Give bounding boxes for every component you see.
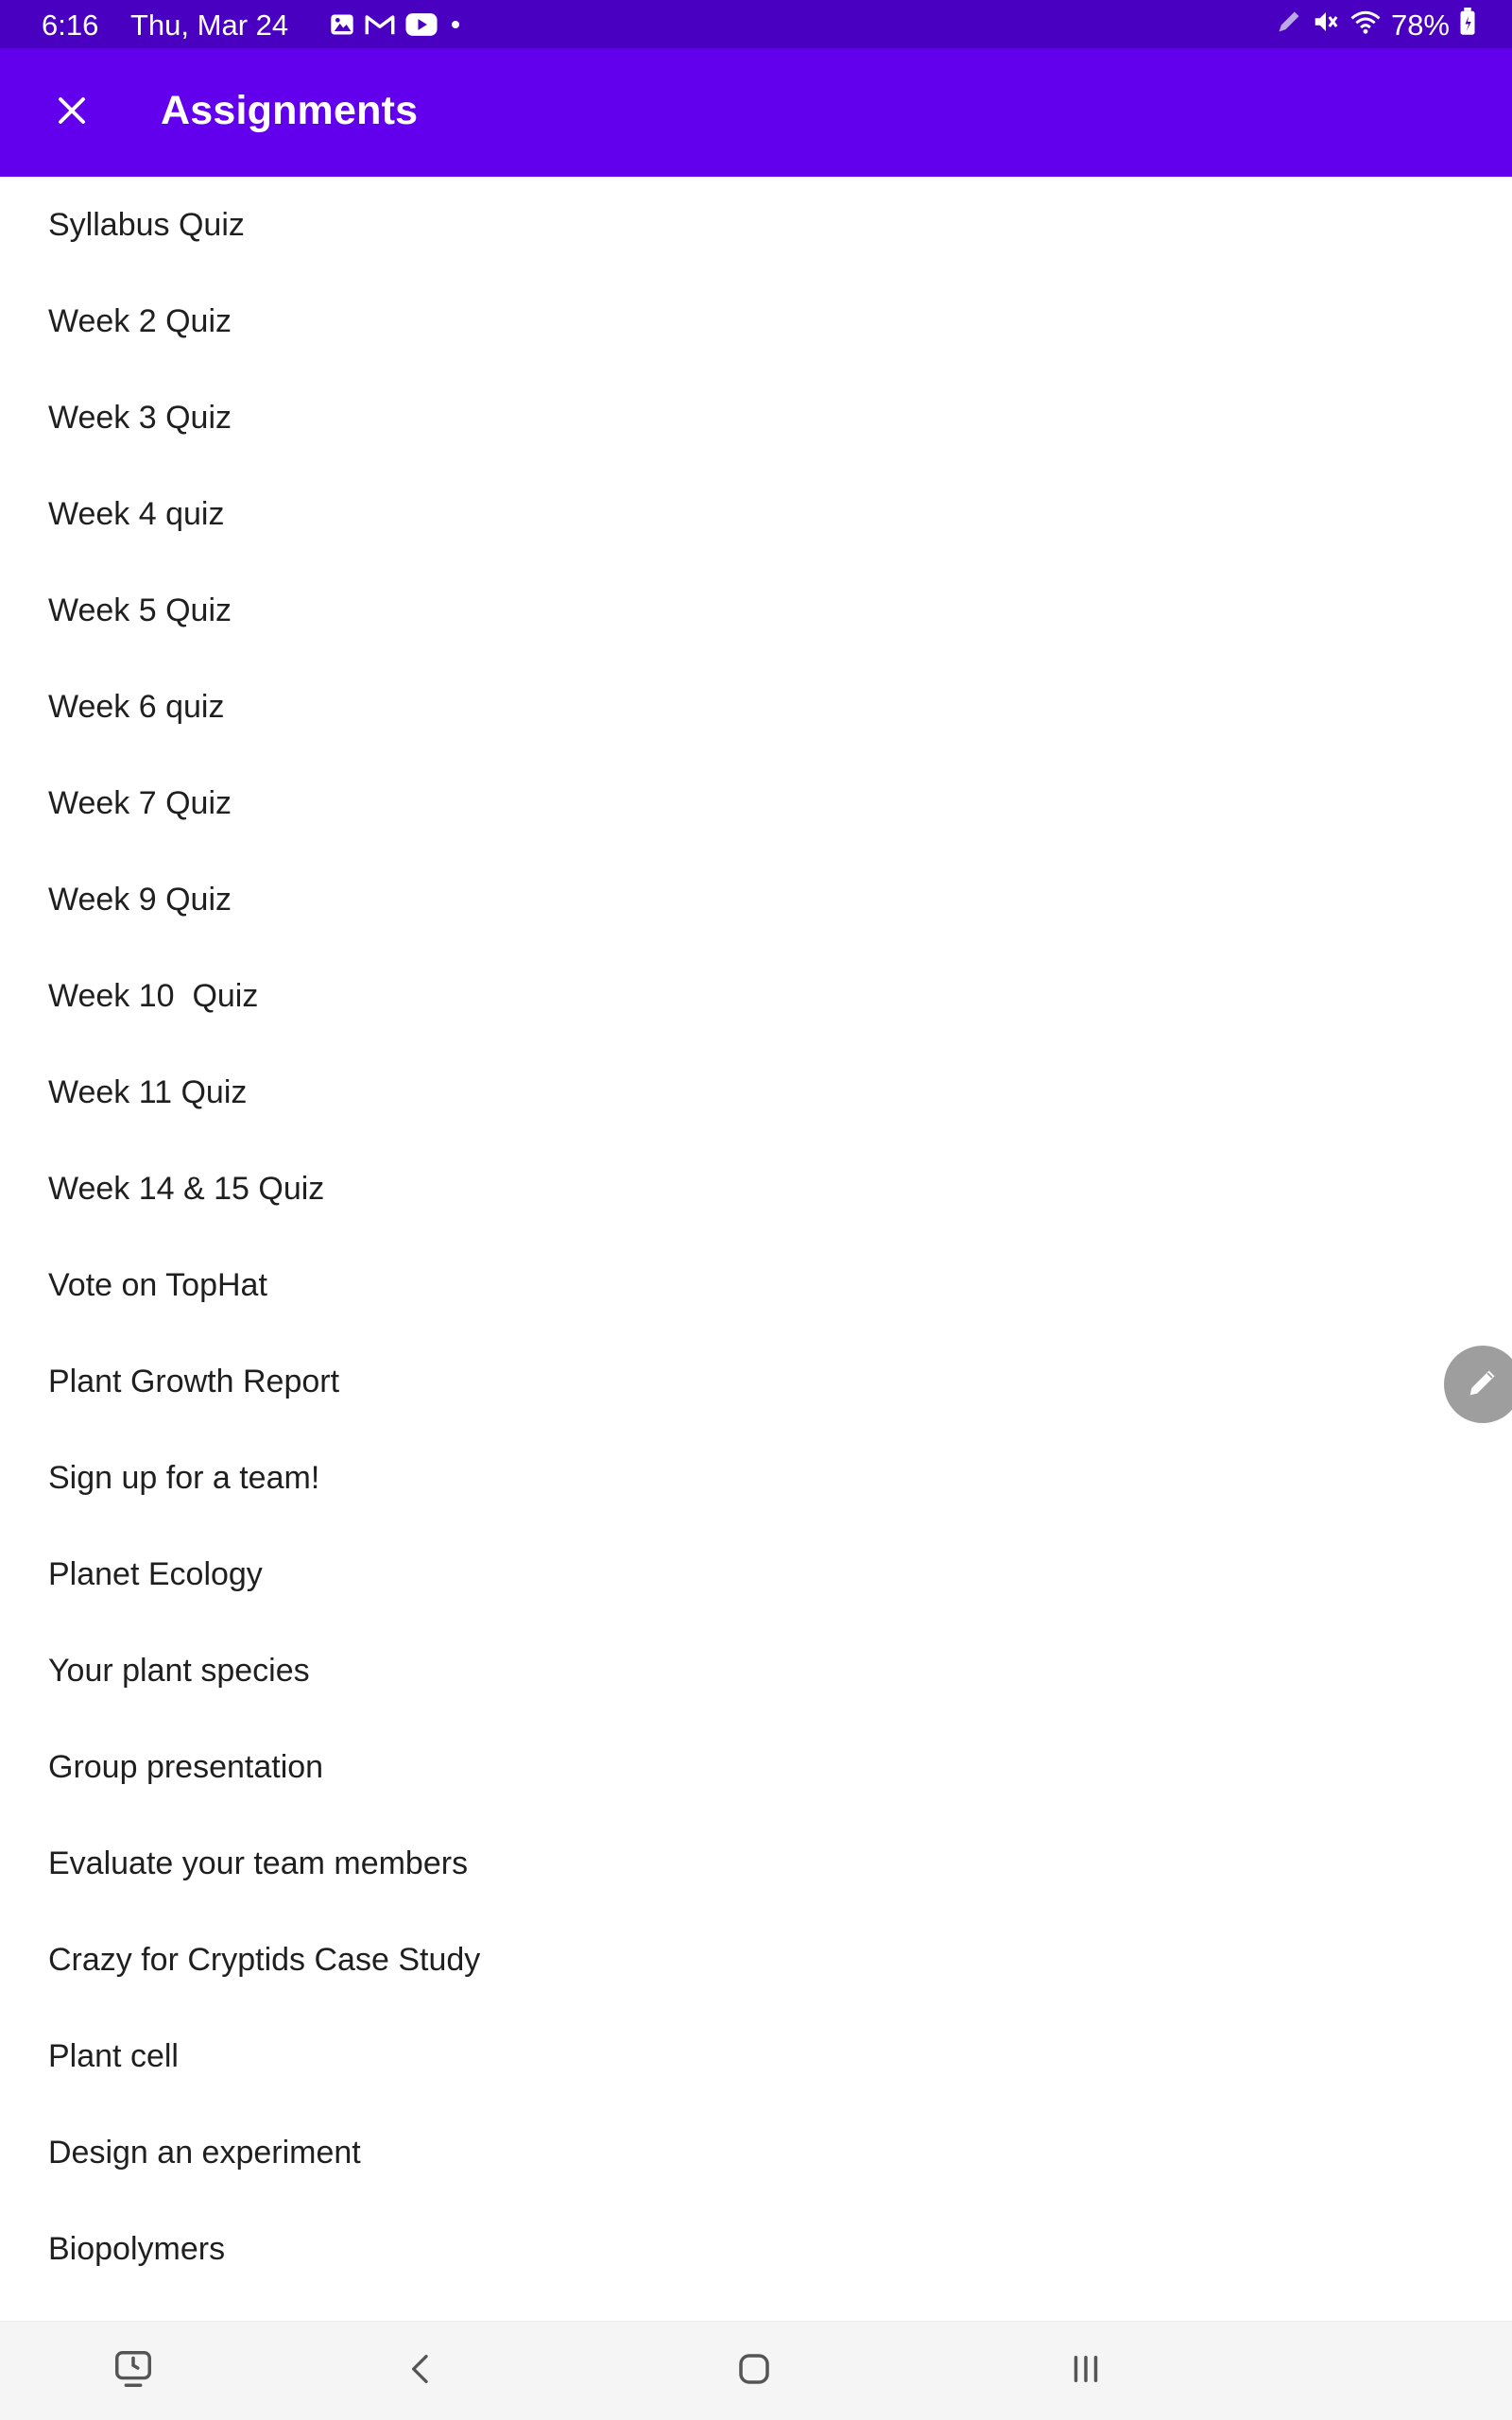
edit-floating-button[interactable] (1444, 1346, 1512, 1423)
list-item[interactable]: Week 5 Quiz (0, 562, 1512, 659)
home-icon (734, 2349, 774, 2394)
page-title: Assignments (161, 88, 419, 133)
list-item[interactable]: Week 9 Quiz (0, 851, 1512, 948)
status-bar: 6:16 Thu, Mar 24 78% (0, 0, 1512, 48)
list-item[interactable]: Design an experiment (0, 2104, 1512, 2201)
pen-icon (1276, 9, 1302, 43)
close-button[interactable] (42, 82, 102, 143)
list-item[interactable]: Week 10 Quiz (0, 948, 1512, 1044)
list-item[interactable]: Syllabus Quiz (0, 177, 1512, 273)
list-item[interactable]: Week 2 Quiz (0, 273, 1512, 369)
screen-recorder-icon (112, 2347, 155, 2395)
mute-icon (1312, 8, 1340, 43)
list-item[interactable]: Week 11 Quiz (0, 1044, 1512, 1141)
pencil-icon (1464, 1364, 1502, 1406)
back-button[interactable] (384, 2341, 459, 2401)
recents-button[interactable] (1048, 2341, 1124, 2401)
list-item[interactable]: Week 3 Quiz (0, 369, 1512, 466)
list-item[interactable]: Vote on TopHat (0, 1237, 1512, 1333)
list-item[interactable]: Week 4 quiz (0, 466, 1512, 562)
list-item[interactable]: Week 14 & 15 Quiz (0, 1141, 1512, 1237)
list-item[interactable]: Planet Ecology (0, 1526, 1512, 1622)
list-item[interactable]: Evaluate your team members (0, 1815, 1512, 1912)
list-item[interactable]: Biopolymers (0, 2201, 1512, 2297)
list-item[interactable]: Week 7 Quiz (0, 755, 1512, 851)
system-status: 78% (1276, 8, 1476, 43)
gmail-icon (365, 12, 395, 42)
list-item[interactable]: Plant cell (0, 2008, 1512, 2104)
recents-icon (1066, 2349, 1106, 2394)
back-icon (403, 2350, 440, 2393)
battery-level: 78% (1390, 9, 1450, 42)
app-bar: Assignments (0, 48, 1512, 177)
home-button[interactable] (716, 2341, 792, 2401)
list-item[interactable]: Crazy for Cryptids Case Study (0, 1912, 1512, 2008)
gallery-icon (329, 11, 355, 43)
list-item[interactable]: Plant Growth Report (0, 1333, 1512, 1430)
battery-icon (1459, 8, 1476, 43)
navigation-bar (0, 2321, 1512, 2420)
status-time: 6:16 (42, 9, 99, 42)
screen-recorder-button[interactable] (95, 2341, 171, 2401)
list-item[interactable]: Week 6 quiz (0, 659, 1512, 755)
list-item[interactable]: Your plant species (0, 1622, 1512, 1719)
wifi-icon (1349, 8, 1382, 43)
dot-icon (448, 17, 463, 37)
list-item[interactable]: Group presentation (0, 1719, 1512, 1815)
notification-icons (329, 11, 463, 43)
list-item[interactable]: Sign up for a team! (0, 1430, 1512, 1526)
youtube-icon (404, 12, 438, 42)
status-date: Thu, Mar 24 (130, 9, 289, 42)
assignment-list: Syllabus Quiz Week 2 Quiz Week 3 Quiz We… (0, 177, 1512, 2297)
close-icon (55, 94, 89, 132)
